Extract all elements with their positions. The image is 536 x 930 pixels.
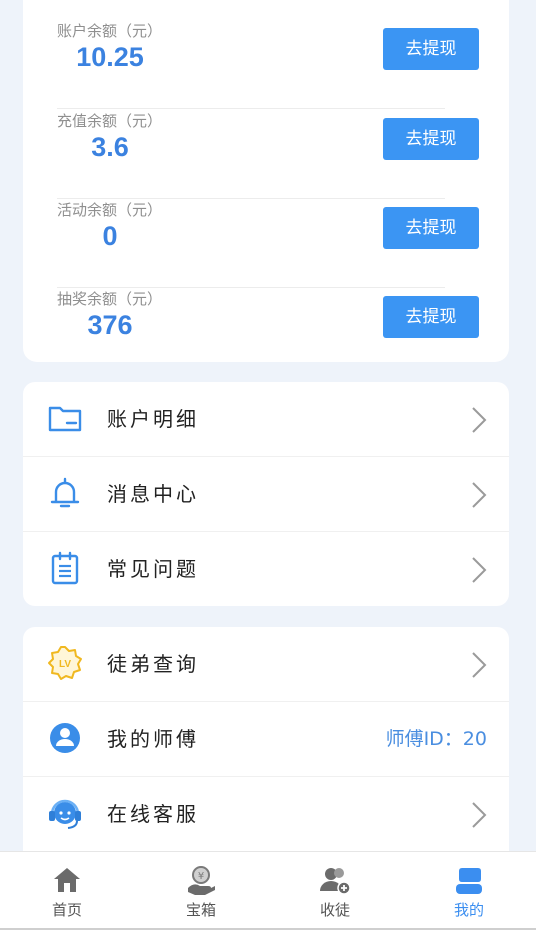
svg-text:¥: ¥ — [198, 871, 204, 882]
menu-item-label: 常见问题 — [107, 557, 199, 581]
tab-label: 收徒 — [319, 901, 350, 919]
clipboard-icon — [51, 551, 79, 585]
chevron-right-icon — [472, 482, 487, 508]
tab-treasure[interactable]: ¥ 宝箱 — [134, 852, 268, 929]
balance-label: 抽奖余额（元） — [57, 290, 163, 308]
balance-label: 活动余额（元） — [57, 201, 163, 219]
tab-label: 宝箱 — [185, 901, 216, 919]
withdraw-button[interactable]: 去提现 — [383, 207, 479, 249]
menu-item-label: 消息中心 — [107, 482, 199, 506]
balance-value: 3.6 — [91, 132, 129, 162]
bottom-tab-bar: 首页 ¥ 宝箱 收徒 我的 — [0, 851, 536, 928]
menu-item-label: 徒弟查询 — [107, 652, 199, 676]
master-id-value: 师傅ID：20 — [385, 728, 487, 750]
tab-recruit[interactable]: 收徒 — [268, 852, 402, 929]
withdraw-button[interactable]: 去提现 — [383, 28, 479, 70]
balance-row-account: 账户余额（元） 10.25 去提现 — [57, 20, 479, 109]
chevron-right-icon — [472, 407, 487, 433]
tab-mine[interactable]: 我的 — [402, 852, 536, 929]
home-icon — [54, 868, 80, 892]
menu-item-label: 在线客服 — [107, 802, 199, 826]
balance-row-recharge: 充值余额（元） 3.6 去提现 — [57, 110, 479, 199]
profile-icon — [456, 868, 482, 894]
chevron-right-icon — [472, 557, 487, 583]
balance-value: 376 — [87, 310, 133, 340]
menu-card-apprentice: LV 徒弟查询 我的师傅 师傅ID：20 在线客服 — [23, 627, 509, 851]
bell-icon — [50, 477, 80, 508]
headset-icon — [49, 799, 81, 829]
lv-badge-icon: LV — [48, 646, 82, 680]
menu-card-account: 账户明细 消息中心 常见问题 — [23, 382, 509, 606]
withdraw-button[interactable]: 去提现 — [383, 118, 479, 160]
svg-text:LV: LV — [59, 659, 71, 670]
tab-label: 首页 — [51, 901, 82, 919]
add-friend-icon — [320, 868, 351, 895]
balance-label: 账户余额（元） — [57, 22, 163, 40]
tab-label: 我的 — [453, 901, 484, 919]
withdraw-button[interactable]: 去提现 — [383, 296, 479, 338]
folder-icon — [48, 406, 82, 432]
balance-value: 10.25 — [76, 42, 144, 72]
treasure-icon: ¥ — [188, 866, 215, 895]
user-icon — [50, 723, 80, 753]
menu-item-faq[interactable]: 常见问题 — [23, 532, 509, 607]
balance-card: 账户余额（元） 10.25 去提现 充值余额（元） 3.6 去提现 活动余额（元… — [23, 0, 509, 362]
chevron-right-icon — [472, 802, 487, 828]
menu-item-account-detail[interactable]: 账户明细 — [23, 382, 509, 457]
chevron-right-icon — [472, 652, 487, 678]
balance-row-lottery: 抽奖余额（元） 376 去提现 — [57, 288, 479, 377]
menu-item-my-master[interactable]: 我的师傅 师傅ID：20 — [23, 702, 509, 777]
menu-item-label: 账户明细 — [107, 407, 199, 431]
tab-home[interactable]: 首页 — [0, 852, 134, 929]
menu-item-message-center[interactable]: 消息中心 — [23, 457, 509, 532]
menu-item-online-service[interactable]: 在线客服 — [23, 777, 509, 852]
balance-row-activity: 活动余额（元） 0 去提现 — [57, 199, 479, 288]
balance-value: 0 — [102, 221, 118, 251]
balance-label: 充值余额（元） — [57, 112, 163, 130]
menu-item-apprentice-search[interactable]: LV 徒弟查询 — [23, 627, 509, 702]
menu-item-label: 我的师傅 — [107, 727, 199, 751]
